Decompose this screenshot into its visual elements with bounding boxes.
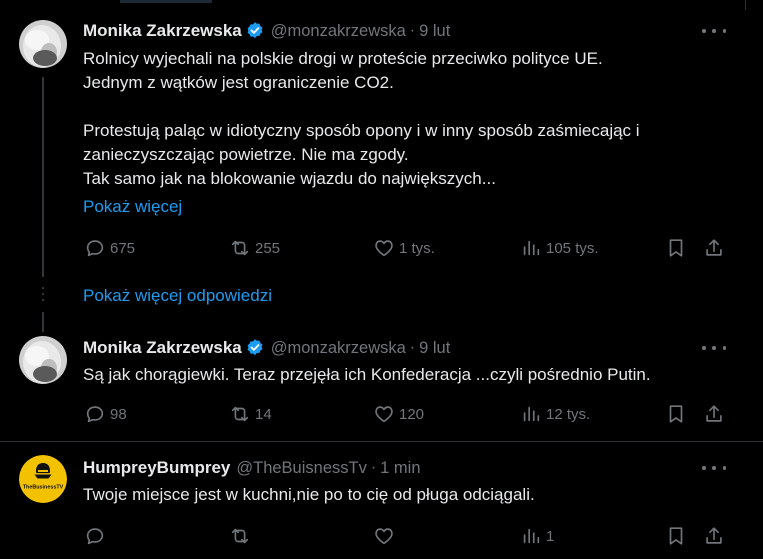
share-button[interactable] — [703, 525, 725, 547]
avatar[interactable] — [19, 336, 67, 384]
view-count: 12 tys. — [546, 405, 591, 423]
more-options-icon[interactable] — [702, 340, 726, 356]
share-button[interactable] — [703, 403, 725, 425]
tweet-header: HumpreyBumprey @TheBuisnessTv · 1 min — [83, 457, 421, 479]
reply-button[interactable]: 98 — [84, 403, 127, 425]
retweet-icon — [231, 406, 249, 422]
verified-badge-icon — [247, 339, 263, 356]
reply-icon — [86, 406, 104, 423]
tweet[interactable]: Monika Zakrzewska @monzakrzewska · 9 lut… — [0, 0, 763, 440]
tweet-text: Twoje miejsce jest w kuchni,nie po to ci… — [83, 483, 743, 507]
text-line: Twoje miejsce jest w kuchni,nie po to ci… — [83, 485, 535, 504]
reply-count: 98 — [110, 405, 127, 423]
author-handle[interactable]: @monzakrzewska — [271, 339, 406, 358]
retweet-button[interactable] — [229, 525, 255, 547]
bookmark-button[interactable] — [665, 525, 687, 547]
heart-icon — [375, 528, 393, 545]
like-button[interactable]: 120 — [373, 403, 424, 425]
views-button[interactable]: 1 — [520, 525, 554, 547]
bookmark-button[interactable] — [665, 403, 687, 425]
view-count: 1 — [546, 527, 555, 545]
bookmark-icon — [669, 527, 683, 545]
bookmark-icon — [669, 405, 683, 423]
text-line: Są jak chorągiewki. Teraz przejęła ich K… — [83, 365, 651, 384]
like-count: 120 — [399, 405, 425, 423]
author-name[interactable]: HumpreyBumprey — [83, 458, 230, 478]
avatar[interactable]: TheBusinessTV — [19, 455, 67, 503]
author-handle[interactable]: @TheBuisnessTv — [236, 459, 366, 478]
share-icon — [706, 527, 722, 544]
retweet-count: 14 — [255, 405, 272, 423]
analytics-icon — [523, 528, 540, 544]
retweet-icon — [231, 528, 249, 544]
like-button[interactable] — [373, 525, 399, 547]
separator: · — [409, 339, 416, 356]
analytics-icon — [523, 406, 540, 422]
action-bar: 1 — [0, 525, 763, 549]
avatar-logo-text: TheBusinessTV — [23, 485, 64, 491]
reply-icon — [86, 528, 104, 545]
reply-button[interactable] — [84, 525, 110, 547]
share-icon — [706, 405, 722, 422]
retweet-button[interactable]: 14 — [229, 403, 272, 425]
action-bar: 98 14 120 12 tys. — [0, 403, 763, 427]
timestamp[interactable]: 1 min — [380, 459, 420, 478]
tweet[interactable]: TheBusinessTV HumpreyBumprey @TheBuisnes… — [0, 442, 763, 559]
author-name[interactable]: Monika Zakrzewska — [83, 338, 242, 358]
tweet-header: Monika Zakrzewska @monzakrzewska · 9 lut — [83, 337, 450, 359]
tweet-text: Są jak chorągiewki. Teraz przejęła ich K… — [83, 363, 743, 387]
more-options-icon[interactable] — [702, 460, 726, 476]
views-button[interactable]: 12 tys. — [520, 403, 590, 425]
separator: · — [370, 459, 377, 476]
heart-icon — [375, 406, 393, 423]
timestamp[interactable]: 9 lut — [419, 339, 450, 358]
